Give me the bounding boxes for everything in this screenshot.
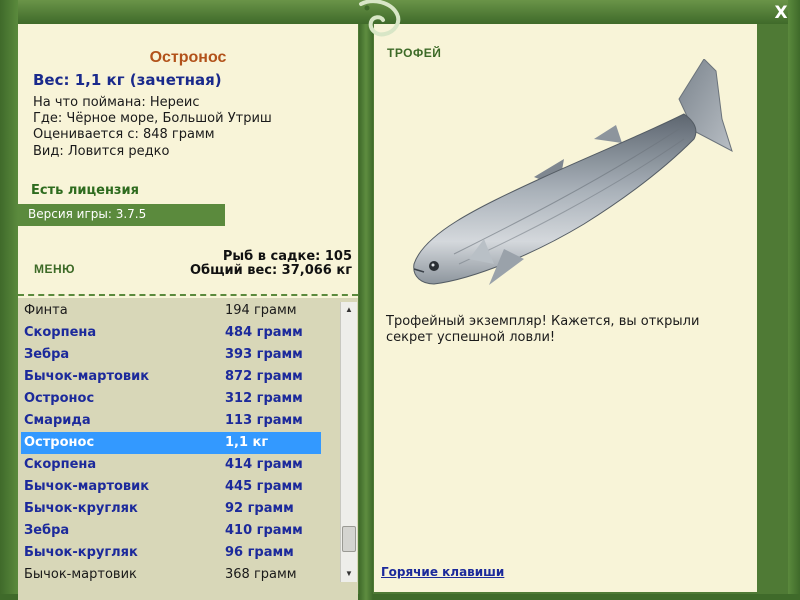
trophy-message: Трофейный экземпляр! Кажется, вы открыли… [386,314,700,345]
catch-fish-name: Зебра [24,523,70,538]
fish-count: Рыб в садке: 105 [222,249,352,264]
trophy-title: ТРОФЕЙ [387,46,442,60]
license-status: Есть лицензия [31,183,139,198]
catch-fish-name: Остронос [24,435,95,450]
catch-fish-weight: 194 грамм [225,303,297,318]
catch-fish-weight: 414 грамм [225,457,303,472]
scroll-up-arrow-icon[interactable]: ▲ [341,302,357,318]
catch-fish-weight: 96 грамм [225,545,294,560]
catch-fish-weight: 393 грамм [225,347,303,362]
catch-fish-name: Скорпена [24,457,97,472]
rating-info: Оценивается с: 848 грамм [33,127,215,142]
fish-name: Остронос [149,49,227,66]
location-info: Где: Чёрное море, Большой Утриш [33,111,272,126]
catch-fish-weight: 312 грамм [225,391,303,406]
keepnet-stats: Рыб в садке: 105 Общий вес: 37,066 кг [190,250,352,278]
catch-list-row[interactable]: Бычок-мартовик 872 грамм [21,366,321,388]
catch-list-row[interactable]: Скорпена 414 грамм [21,454,321,476]
catch-fish-name: Бычок-мартовик [24,479,150,494]
catch-list-row[interactable]: Бычок-мартовик 368 грамм [21,564,321,586]
catch-fish-name: Бычок-мартовик [24,567,137,582]
fish-info-panel: Остронос Вес: 1,1 кг (зачетная) На что п… [18,24,358,600]
catch-fish-weight: 410 грамм [225,523,303,538]
catch-fish-name: Бычок-кругляк [24,545,138,560]
frame-divider [359,24,373,600]
hotkeys-link[interactable]: Горячие клавиши [381,565,504,579]
version-text: Версия игры: 3.7.5 [28,207,147,221]
catch-list-row[interactable]: Смарида 113 грамм [21,410,321,432]
catch-list-row[interactable]: Остронос 312 грамм [21,388,321,410]
catch-fish-name: Бычок-кругляк [24,501,138,516]
catch-fish-name: Зебра [24,347,70,362]
catch-fish-name: Финта [24,303,68,318]
catch-fish-weight: 484 грамм [225,325,303,340]
menu-button[interactable]: МЕНЮ [34,262,75,276]
mullet-fish-image [413,59,733,285]
catch-list-scrollbar[interactable]: ▲ ▼ [340,302,357,582]
catch-list-row[interactable]: Зебра 410 грамм [21,520,321,542]
trophy-panel: ТРОФЕЙ Трофейный экземпляр! Кажется, вы … [374,24,757,592]
catch-list-row[interactable]: Финта 194 грамм [21,300,321,322]
frame-left [0,0,18,600]
catch-list-row[interactable]: Скорпена 484 грамм [21,322,321,344]
catch-fish-name: Смарида [24,413,91,428]
kind-info: Вид: Ловится редко [33,144,170,159]
catch-list-row[interactable]: Бычок-кругляк 92 грамм [21,498,321,520]
catch-fish-name: Бычок-мартовик [24,369,150,384]
version-bar: Версия игры: 3.7.5 [18,204,225,226]
chameleon-logo-icon [359,0,401,37]
fish-weight: Вес: 1,1 кг (зачетная) [33,71,222,89]
dashed-divider [18,294,358,296]
scroll-down-arrow-icon[interactable]: ▼ [341,566,357,582]
total-weight: Общий вес: 37,066 кг [189,263,352,278]
catch-fish-weight: 445 грамм [225,479,303,494]
catch-list-row[interactable]: Бычок-кругляк 96 грамм [21,542,321,564]
frame-right [788,0,800,600]
catch-fish-weight: 113 грамм [225,413,303,428]
catch-fish-weight: 872 грамм [225,369,303,384]
scroll-thumb[interactable] [342,526,356,552]
close-icon[interactable]: X [772,4,790,22]
catch-fish-name: Остронос [24,391,95,406]
catch-list-row[interactable]: Бычок-мартовик 445 грамм [21,476,321,498]
catch-fish-weight: 1,1 кг [225,435,269,450]
catch-fish-weight: 368 грамм [225,567,297,582]
bait-info: На что поймана: Нереис [33,95,200,110]
catch-list-row[interactable]: Зебра 393 грамм [21,344,321,366]
catch-list-row[interactable]: Остронос 1,1 кг [21,432,321,454]
catch-fish-name: Скорпена [24,325,97,340]
catch-fish-weight: 92 грамм [225,501,294,516]
catch-list[interactable]: Финта 194 грамм Скорпена 484 грамм Зебра 393 … [18,298,358,600]
